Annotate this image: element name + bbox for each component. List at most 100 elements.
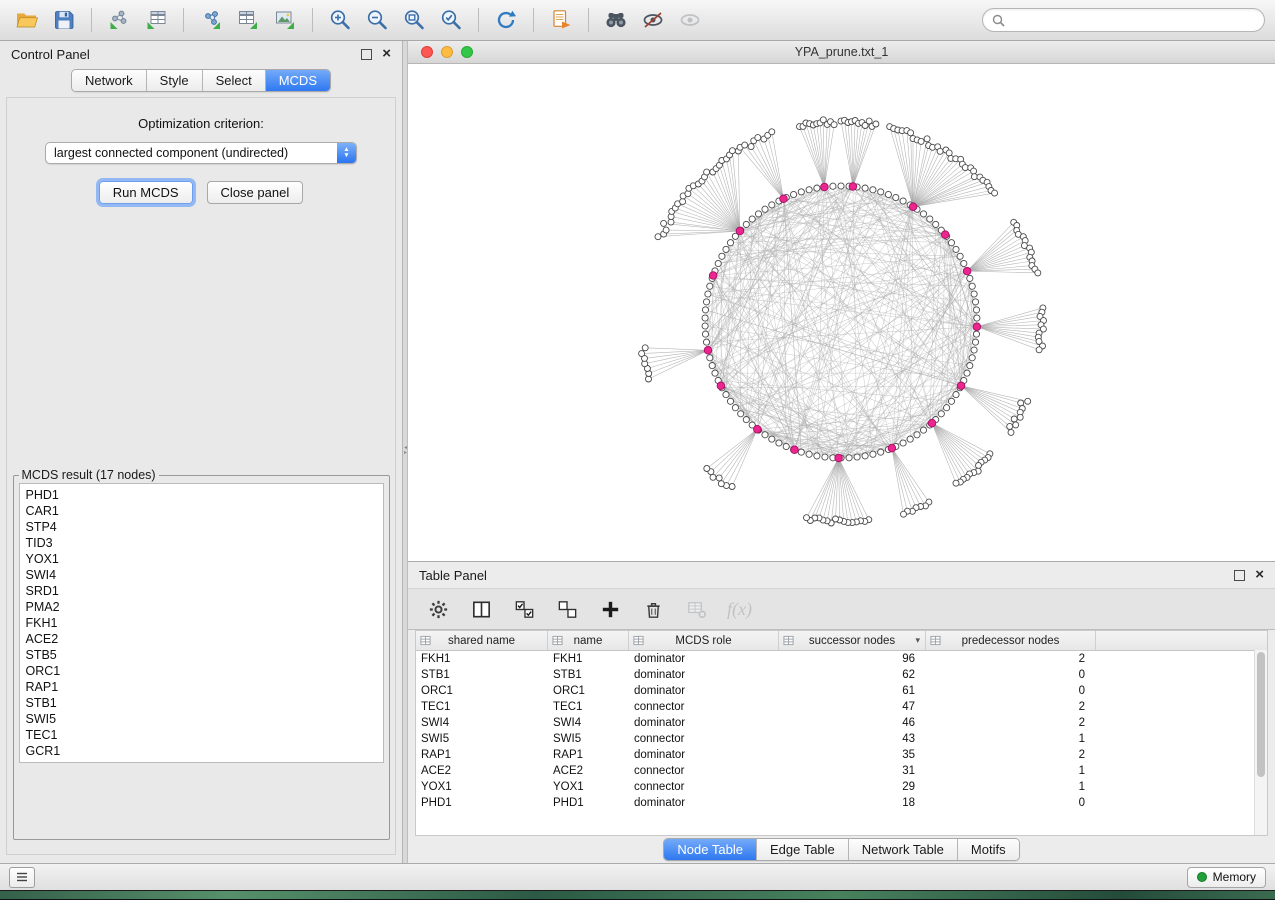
window-minimize-icon[interactable]: [441, 46, 453, 58]
table-cell: dominator: [629, 683, 779, 699]
list-item[interactable]: SRD1: [20, 583, 383, 599]
export-image-icon[interactable]: [268, 5, 302, 35]
tab-edge-table[interactable]: Edge Table: [757, 839, 849, 860]
zoom-out-icon[interactable]: [360, 5, 394, 35]
select-all-icon[interactable]: [510, 595, 538, 623]
column-header-predecessor-nodes[interactable]: predecessor nodes: [926, 631, 1096, 650]
table-panel: Table Panel × f(x) shared namenameMCDS r…: [408, 561, 1275, 863]
table-tabs: Node TableEdge TableNetwork TableMotifs: [663, 838, 1019, 861]
right-column: YPA_prune.txt_1 Table Panel × f(x) share…: [408, 41, 1275, 863]
table-cell: 43: [779, 731, 926, 747]
list-item[interactable]: ORC1: [20, 663, 383, 679]
tab-mcds[interactable]: MCDS: [266, 70, 330, 91]
table-cell: RAP1: [548, 747, 629, 763]
status-menu-button[interactable]: [9, 867, 35, 888]
clear-table-icon[interactable]: [682, 595, 710, 623]
export-table-icon[interactable]: [231, 5, 265, 35]
function-builder-button[interactable]: f(x): [725, 595, 754, 623]
table-cell: ORC1: [548, 683, 629, 699]
table-row[interactable]: ORC1ORC1dominator610: [416, 683, 1267, 699]
main-toolbar: [0, 0, 1275, 41]
table-cell: 46: [779, 715, 926, 731]
table-row[interactable]: YOX1YOX1connector291: [416, 779, 1267, 795]
memory-button[interactable]: Memory: [1187, 867, 1266, 888]
list-item[interactable]: TID3: [20, 535, 383, 551]
column-header-MCDS-role[interactable]: MCDS role: [629, 631, 779, 650]
tab-select[interactable]: Select: [203, 70, 266, 91]
optimization-criterion-select[interactable]: largest connected component (undirected)…: [45, 142, 357, 164]
settings-gear-icon[interactable]: [424, 595, 452, 623]
table-cell: ORC1: [416, 683, 548, 699]
list-item[interactable]: STB5: [20, 647, 383, 663]
zoom-selected-icon[interactable]: [434, 5, 468, 35]
list-item[interactable]: CAR1: [20, 503, 383, 519]
run-mcds-button[interactable]: Run MCDS: [99, 181, 193, 204]
import-table-icon[interactable]: [139, 5, 173, 35]
column-header-name[interactable]: name: [548, 631, 629, 650]
zoom-in-icon[interactable]: [323, 5, 357, 35]
float-table-panel-icon[interactable]: [1234, 570, 1245, 581]
table-row[interactable]: RAP1RAP1dominator352: [416, 747, 1267, 763]
search-input[interactable]: [1011, 12, 1255, 28]
table-row[interactable]: SWI5SWI5connector431: [416, 731, 1267, 747]
column-header-successor-nodes[interactable]: successor nodes▾: [779, 631, 926, 650]
list-item[interactable]: FKH1: [20, 615, 383, 631]
table-cell: 35: [779, 747, 926, 763]
export-document-icon[interactable]: [544, 5, 578, 35]
save-icon[interactable]: [47, 5, 81, 35]
show-graphics-details-icon[interactable]: [673, 5, 707, 35]
list-item[interactable]: RAP1: [20, 679, 383, 695]
list-item[interactable]: STP4: [20, 519, 383, 535]
scrollbar-thumb[interactable]: [1257, 652, 1265, 777]
tab-network[interactable]: Network: [72, 70, 147, 91]
delete-row-icon[interactable]: [639, 595, 667, 623]
close-panel-icon[interactable]: ×: [382, 49, 391, 59]
table-row[interactable]: FKH1FKH1dominator962: [416, 651, 1267, 667]
close-panel-button[interactable]: Close panel: [207, 181, 304, 204]
zoom-fit-icon[interactable]: [397, 5, 431, 35]
table-cell: dominator: [629, 715, 779, 731]
network-graph[interactable]: [408, 64, 1275, 561]
hide-graphics-details-icon[interactable]: [636, 5, 670, 35]
list-item[interactable]: ACE2: [20, 631, 383, 647]
export-network-icon[interactable]: [194, 5, 228, 35]
column-chooser-icon[interactable]: [467, 595, 495, 623]
search-box[interactable]: [982, 8, 1265, 32]
control-panel: Control Panel × NetworkStyleSelectMCDS O…: [0, 41, 403, 863]
table-row[interactable]: TEC1TEC1connector472: [416, 699, 1267, 715]
tab-network-table[interactable]: Network Table: [849, 839, 958, 860]
add-row-icon[interactable]: [596, 595, 624, 623]
column-header-shared-name[interactable]: shared name: [416, 631, 548, 650]
open-file-icon[interactable]: [10, 5, 44, 35]
deselect-all-icon[interactable]: [553, 595, 581, 623]
list-item[interactable]: PMA2: [20, 599, 383, 615]
table-row[interactable]: SWI4SWI4dominator462: [416, 715, 1267, 731]
list-item[interactable]: TEC1: [20, 727, 383, 743]
float-panel-icon[interactable]: [361, 49, 372, 60]
list-item[interactable]: STB1: [20, 695, 383, 711]
list-item[interactable]: SWI4: [20, 567, 383, 583]
find-icon[interactable]: [599, 5, 633, 35]
table-cell: 2: [926, 715, 1096, 731]
panel-divider[interactable]: ◂▸: [403, 41, 408, 863]
list-item[interactable]: YOX1: [20, 551, 383, 567]
list-item[interactable]: SWI5: [20, 711, 383, 727]
table-scrollbar[interactable]: [1254, 650, 1267, 835]
network-title: YPA_prune.txt_1: [408, 45, 1275, 59]
table-row[interactable]: STB1STB1dominator620: [416, 667, 1267, 683]
node-table: shared namenameMCDS rolesuccessor nodes▾…: [415, 630, 1268, 836]
window-close-icon[interactable]: [421, 46, 433, 58]
table-cell: RAP1: [416, 747, 548, 763]
table-cell: dominator: [629, 747, 779, 763]
apply-layout-icon[interactable]: [489, 5, 523, 35]
table-row[interactable]: PHD1PHD1dominator180: [416, 795, 1267, 811]
list-item[interactable]: GCR1: [20, 743, 383, 759]
window-maximize-icon[interactable]: [461, 46, 473, 58]
table-row[interactable]: ACE2ACE2connector311: [416, 763, 1267, 779]
tab-motifs[interactable]: Motifs: [958, 839, 1019, 860]
tab-style[interactable]: Style: [147, 70, 203, 91]
tab-node-table[interactable]: Node Table: [664, 839, 757, 860]
close-table-panel-icon[interactable]: ×: [1255, 570, 1264, 580]
import-network-icon[interactable]: [102, 5, 136, 35]
list-item[interactable]: PHD1: [20, 487, 383, 503]
